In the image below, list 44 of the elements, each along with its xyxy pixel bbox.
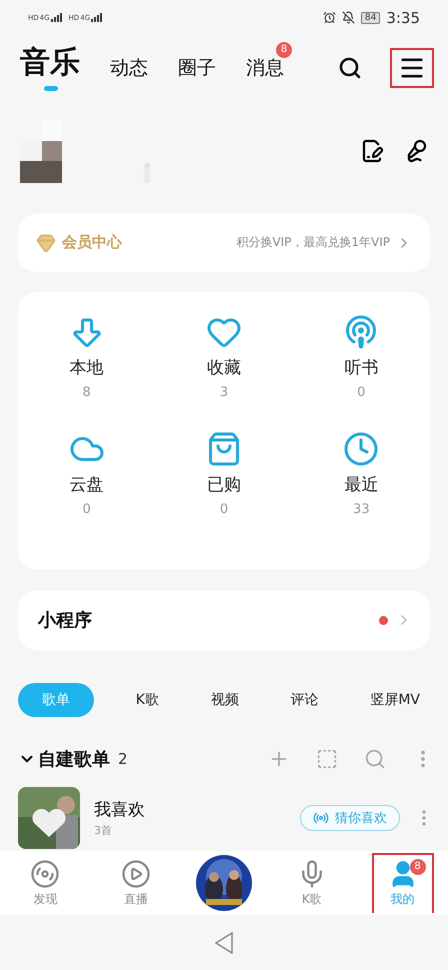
nav-tab[interactable]: K歌 <box>280 852 343 913</box>
shortcut-item[interactable]: 本地 8 <box>18 314 156 431</box>
vip-title: 会员中心 <box>62 233 122 252</box>
top-tab[interactable]: 圈子 <box>178 58 216 80</box>
back-icon[interactable] <box>215 932 233 954</box>
search-icon[interactable] <box>364 748 386 770</box>
playlist-count: 2 <box>118 750 128 768</box>
vip-promo: 积分换VIP，最高兑换1年VIP <box>236 234 390 252</box>
signal-icon <box>91 13 104 22</box>
music-disc-icon <box>30 859 60 890</box>
mini-program-card[interactable]: 小程序 <box>18 591 430 650</box>
playlist-title[interactable]: 我喜欢 <box>94 798 145 822</box>
content-tab[interactable]: 评论 <box>280 682 329 717</box>
bell-off-icon <box>342 11 355 24</box>
shortcut-item[interactable]: 听书 0 <box>292 314 430 431</box>
shortcut-item[interactable]: 收藏 3 <box>155 314 293 431</box>
content-tab[interactable]: 视频 <box>200 682 249 717</box>
top-tab[interactable]: 动态 <box>110 58 148 80</box>
shortcut-item[interactable]: 最近 33 <box>292 430 430 548</box>
nav-tab[interactable]: 直播 <box>105 852 168 913</box>
mini-program-title: 小程序 <box>38 609 92 632</box>
clock-time: 3:35 <box>386 8 420 27</box>
unread-badge: 8 <box>410 858 426 875</box>
import-icon[interactable] <box>316 748 338 770</box>
top-tab[interactable]: 消息 <box>246 58 284 80</box>
content-tab[interactable]: 竖屏MV <box>360 682 430 717</box>
shortcut-item[interactable]: 云盘 0 <box>18 430 156 548</box>
section-title: 自建歌单 <box>38 748 110 772</box>
play-icon <box>121 859 152 890</box>
nav-tab[interactable]: 发现 <box>14 852 76 913</box>
alarm-icon <box>322 11 336 24</box>
radio-icon <box>313 810 329 826</box>
shortcut-item[interactable]: 已购 0 <box>155 430 293 548</box>
track-count: 3首 <box>94 823 113 838</box>
menu-button[interactable] <box>390 48 434 88</box>
clock-icon <box>343 430 380 467</box>
unread-badge: 8 <box>276 42 292 58</box>
top-tab[interactable]: 音乐 <box>20 46 80 91</box>
search-icon <box>338 56 362 80</box>
edit-note-icon[interactable] <box>360 138 384 163</box>
diamond-icon <box>36 232 56 253</box>
battery-level: 84 <box>360 12 380 24</box>
signal-icon <box>50 13 63 22</box>
content-tab[interactable]: K歌 <box>126 682 169 717</box>
